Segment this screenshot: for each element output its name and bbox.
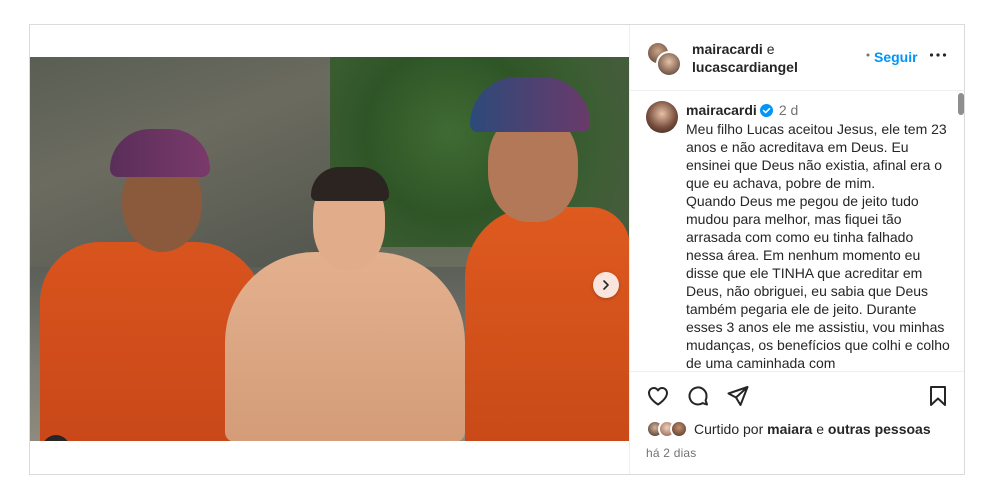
username-link[interactable]: mairacardi — [692, 41, 763, 57]
liked-by-row: Curtido por maiara e outras pessoas — [646, 420, 931, 438]
caption-timestamp: 2 d — [778, 102, 799, 118]
action-bar: Curtido por maiara e outras pessoas há 2… — [630, 371, 964, 474]
person-center-body — [225, 252, 465, 441]
verified-icon — [759, 104, 773, 117]
username-link[interactable]: maiara — [767, 421, 812, 437]
username-link[interactable]: mairacardi — [686, 102, 757, 118]
collab-avatars[interactable] — [646, 41, 682, 77]
username-link[interactable]: lucascardiangel — [692, 59, 798, 75]
separator-dot-icon — [866, 53, 870, 57]
post-photo[interactable] — [30, 57, 629, 441]
more-icon — [929, 53, 947, 57]
person-right-body — [465, 207, 629, 441]
follow-button[interactable]: Seguir — [874, 49, 918, 65]
person-center-hair — [311, 167, 389, 201]
post-date[interactable]: há 2 dias — [646, 446, 697, 460]
connector-text: e — [766, 41, 775, 57]
more-options-button[interactable] — [928, 45, 948, 65]
post-media[interactable] — [30, 25, 629, 474]
avatar — [670, 420, 688, 438]
comment-button[interactable] — [686, 384, 710, 408]
connector-text: e — [816, 421, 824, 437]
liked-by-prefix: Curtido por — [694, 421, 764, 437]
avatar[interactable] — [646, 101, 678, 133]
scrollbar[interactable] — [958, 93, 964, 115]
carousel-next-button[interactable] — [593, 272, 619, 298]
liked-by-text: Curtido por maiara e outras pessoas — [694, 421, 931, 437]
caption-text: Meu filho Lucas aceitou Jesus, ele tem 2… — [686, 121, 950, 371]
share-button[interactable] — [726, 384, 750, 408]
post-header: mairacardi e lucascardiangel Seguir — [630, 25, 964, 91]
avatar — [656, 51, 682, 77]
chevron-right-icon — [603, 280, 609, 290]
bookmark-icon — [930, 386, 946, 406]
post-side-panel: mairacardi e lucascardiangel Seguir mair… — [629, 25, 964, 474]
caption-header: mairacardi 2 d — [686, 101, 798, 119]
like-button[interactable] — [646, 384, 670, 408]
caption-section: mairacardi 2 d Meu filho Lucas aceitou J… — [630, 91, 964, 371]
others-link[interactable]: outras pessoas — [828, 421, 931, 437]
collab-usernames: mairacardi e lucascardiangel — [692, 40, 798, 76]
save-button[interactable] — [926, 384, 950, 408]
share-icon — [727, 386, 749, 406]
heart-icon — [648, 387, 668, 406]
post-card: mairacardi e lucascardiangel Seguir mair… — [29, 24, 965, 475]
comment-icon — [688, 386, 708, 406]
